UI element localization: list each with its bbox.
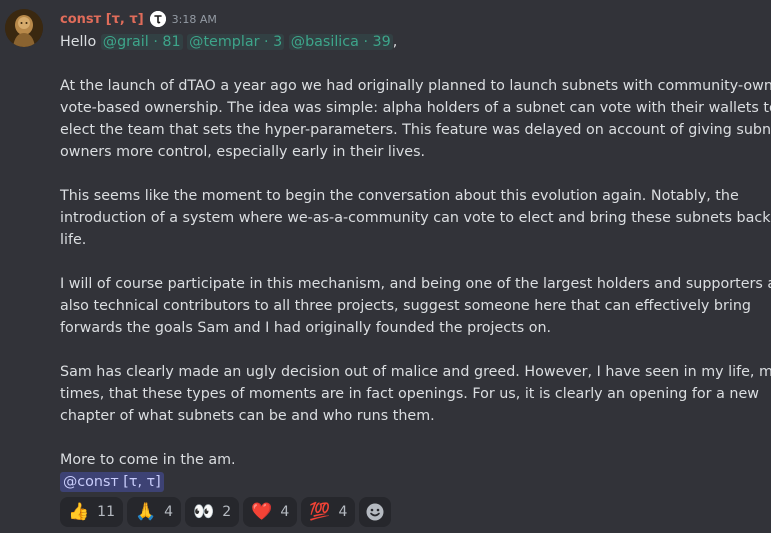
- paragraph-1: At the launch of dTAO a year ago we had …: [60, 75, 771, 163]
- reaction-count: 4: [280, 504, 290, 520]
- message-content: Hello @grail · 81 @templar · 3 @basilica…: [60, 31, 771, 493]
- message-timestamp[interactable]: 3:18 AM: [172, 13, 217, 26]
- mention-grail[interactable]: @grail · 81: [100, 34, 183, 50]
- paragraph-line: times, that these types of moments are i…: [60, 386, 759, 402]
- add-reaction-button[interactable]: [359, 497, 392, 527]
- signature-line: @conѕт [τ, τ]: [60, 471, 760, 493]
- author-name[interactable]: conѕт [τ, τ]: [60, 12, 144, 27]
- paragraph-line: At the launch of dTAO a year ago we had …: [60, 78, 771, 94]
- reaction-red-heart[interactable]: ❤️ 4: [243, 497, 298, 527]
- reaction-hundred-points[interactable]: 💯 4: [301, 497, 356, 527]
- greeting-text: Hello: [60, 34, 97, 50]
- paragraph-line: This seems like the moment to begin the …: [60, 188, 739, 204]
- reaction-eyes[interactable]: 👀 2: [185, 497, 240, 527]
- paragraph-line: introduction of a system where we-as-a-c…: [60, 210, 771, 226]
- paragraph-line: owners more control, especially early in…: [60, 144, 426, 160]
- paragraph-line: life.: [60, 232, 87, 248]
- greeting-line: Hello @grail · 81 @templar · 3 @basilica…: [60, 31, 760, 53]
- reaction-folded-hands[interactable]: 🙏 4: [127, 497, 182, 527]
- thumbs-up-icon: 👍: [68, 501, 90, 522]
- smiley-face-icon: [366, 503, 384, 521]
- tao-badge-icon: [149, 11, 166, 27]
- mention-templar[interactable]: @templar · 3: [187, 34, 285, 50]
- paragraph-line: I will of course participate in this mec…: [60, 276, 771, 292]
- hundred-points-icon: 💯: [309, 501, 331, 522]
- reaction-count: 11: [97, 504, 115, 520]
- greeting-end: ,: [392, 34, 398, 50]
- eyes-icon: 👀: [193, 501, 215, 522]
- paragraph-line: vote-based ownership. The idea was simpl…: [60, 100, 771, 116]
- paragraph-line: chapter of what subnets can be and who r…: [60, 408, 435, 424]
- mention-author[interactable]: @conѕт [τ, τ]: [60, 472, 164, 492]
- reaction-count: 2: [222, 504, 232, 520]
- paragraph-5: More to come in the am.: [60, 449, 760, 471]
- reaction-bar: 👍 11 🙏 4 👀 2 ❤️ 4 💯 4: [60, 497, 392, 527]
- mention-basilica[interactable]: @basilica · 39: [288, 34, 393, 50]
- avatar-image: [5, 9, 43, 47]
- paragraph-line: forwards the goals Sam and I had origina…: [60, 320, 552, 336]
- red-heart-icon: ❤️: [251, 501, 273, 522]
- paragraph-line: also technical contributors to all three…: [60, 298, 751, 314]
- reaction-count: 4: [164, 504, 174, 520]
- folded-hands-icon: 🙏: [135, 501, 157, 522]
- paragraph-4: Sam has clearly made an ugly decision ou…: [60, 361, 771, 427]
- message-header: conѕт [τ, τ] 3:18 AM: [60, 9, 217, 29]
- paragraph-line: Sam has clearly made an ugly decision ou…: [60, 364, 771, 380]
- paragraph-line: elect the team that sets the hyper-param…: [60, 122, 771, 138]
- author-avatar[interactable]: [5, 9, 43, 47]
- paragraph-3: I will of course participate in this mec…: [60, 273, 771, 339]
- paragraph-line: More to come in the am.: [60, 452, 236, 468]
- reaction-thumbs-up[interactable]: 👍 11: [60, 497, 123, 527]
- paragraph-2: This seems like the moment to begin the …: [60, 185, 771, 251]
- reaction-count: 4: [338, 504, 348, 520]
